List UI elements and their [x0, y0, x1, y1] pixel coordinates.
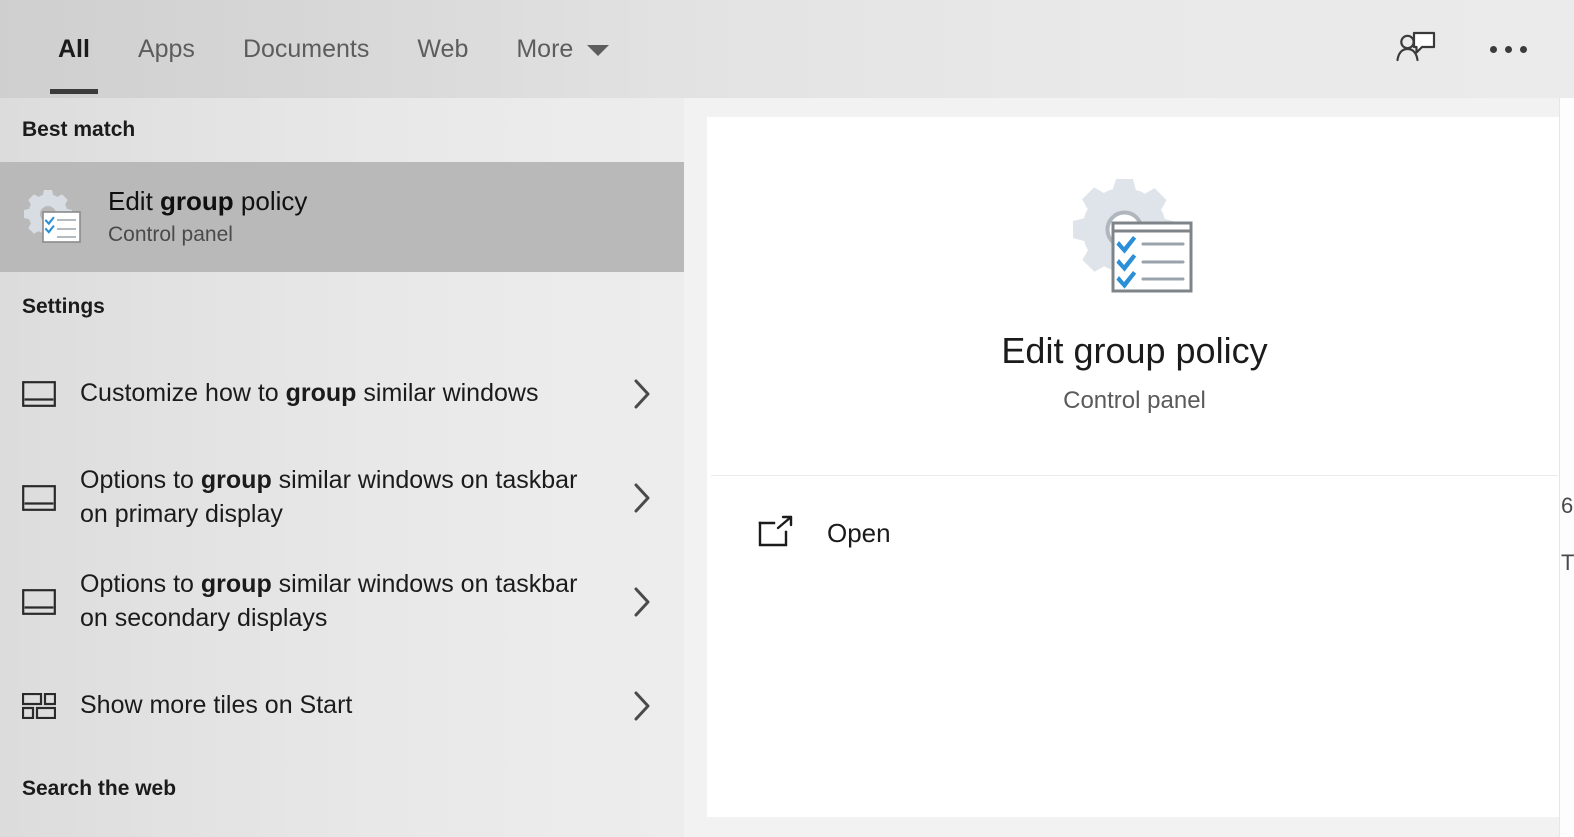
tab-more[interactable]: More	[492, 0, 633, 98]
tab-all[interactable]: All	[34, 0, 114, 98]
search-filter-tabbar: All Apps Documents Web More	[0, 0, 1574, 98]
best-match-subtitle: Control panel	[108, 223, 307, 247]
setting-item-show-more-tiles-on-start[interactable]: Show more tiles on Start	[0, 654, 684, 758]
setting-item-group-similar-windows-primary-display[interactable]: Options to group similar windows on task…	[0, 446, 684, 550]
feedback-icon[interactable]	[1392, 25, 1440, 73]
tab-list: All Apps Documents Web More	[0, 0, 633, 98]
best-match-title-part1: Edit	[108, 186, 160, 216]
open-button-label: Open	[827, 518, 891, 549]
chevron-right-icon	[612, 378, 672, 410]
taskbar-monitor-icon	[22, 374, 68, 414]
settings-group-header: Settings	[0, 272, 684, 342]
best-match-title: Edit group policy	[108, 187, 307, 217]
preview-card: Edit group policy Control panel Open	[707, 117, 1562, 817]
preview-title: Edit group policy	[1001, 331, 1267, 371]
best-match-header: Best match	[0, 98, 684, 162]
windows-search-panel: All Apps Documents Web More	[0, 0, 1574, 837]
chevron-right-icon	[612, 690, 672, 722]
tab-more-label: More	[516, 35, 573, 64]
tab-web-label: Web	[417, 35, 468, 64]
settings-result-list: Customize how to group similar windows O…	[0, 342, 684, 758]
chevron-right-icon	[612, 482, 672, 514]
taskbar-monitor-icon	[22, 478, 68, 518]
tab-web[interactable]: Web	[393, 0, 492, 98]
best-match-title-part2: policy	[234, 186, 308, 216]
background-window-edge: 6 T	[1559, 98, 1574, 837]
tab-active-underline	[50, 89, 98, 94]
best-match-result[interactable]: Edit group policy Control panel	[0, 162, 684, 272]
gear-checklist-icon	[22, 186, 84, 248]
results-pane: Best match	[0, 98, 684, 837]
preview-subtitle: Control panel	[1063, 387, 1206, 415]
chevron-right-icon	[612, 586, 672, 618]
preview-hero: Edit group policy Control panel	[707, 117, 1562, 475]
start-tiles-icon	[22, 686, 68, 726]
setting-item-label-2: Options to group similar windows on task…	[80, 568, 612, 636]
tabbar-actions	[1392, 0, 1574, 98]
preview-pane: Edit group policy Control panel Open	[684, 98, 1574, 837]
preview-action-list: Open	[707, 476, 1562, 564]
setting-item-label-3: Show more tiles on Start	[80, 689, 612, 723]
setting-item-group-similar-windows-secondary-displays[interactable]: Options to group similar windows on task…	[0, 550, 684, 654]
search-the-web-header: Search the web	[0, 758, 684, 820]
setting-item-label-0: Customize how to group similar windows	[80, 377, 612, 411]
open-external-icon	[753, 510, 799, 556]
setting-item-label-1: Options to group similar windows on task…	[80, 464, 612, 532]
background-window-glyph-1: 6	[1561, 493, 1573, 519]
gear-checklist-icon	[1069, 173, 1201, 305]
tab-apps-label: Apps	[138, 35, 195, 64]
ellipsis-glyph	[1490, 46, 1527, 53]
setting-item-customize-group-similar-windows[interactable]: Customize how to group similar windows	[0, 342, 684, 446]
background-window-glyph-2: T	[1561, 550, 1574, 576]
tab-all-label: All	[58, 35, 90, 64]
tab-apps[interactable]: Apps	[114, 0, 219, 98]
taskbar-monitor-icon	[22, 582, 68, 622]
tab-documents-label: Documents	[243, 35, 369, 64]
tab-documents[interactable]: Documents	[219, 0, 393, 98]
more-options-icon[interactable]	[1484, 25, 1532, 73]
chevron-down-icon	[587, 45, 609, 56]
best-match-text: Edit group policy Control panel	[108, 187, 307, 248]
open-button[interactable]: Open	[707, 502, 1562, 564]
best-match-title-highlight: group	[160, 186, 234, 216]
